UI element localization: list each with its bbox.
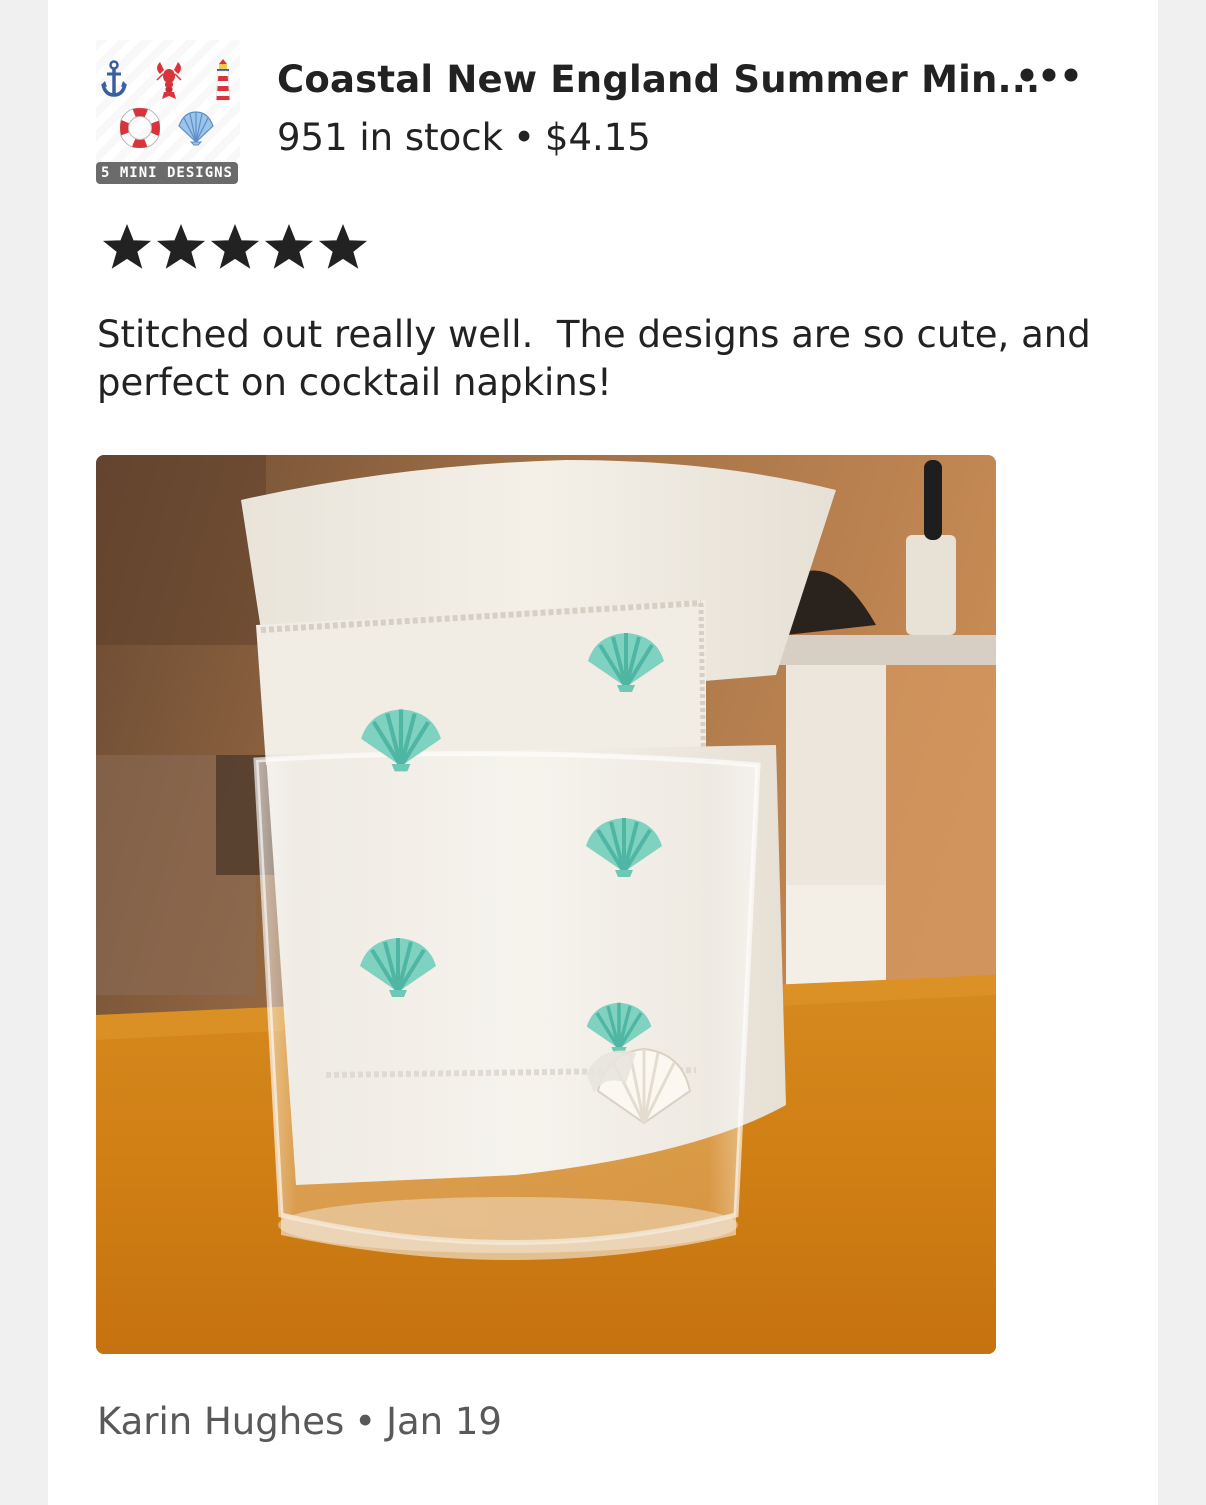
meta-separator: • — [513, 116, 535, 159]
listing-thumbnail[interactable]: 5 MINI DESIGNS — [96, 40, 240, 186]
review-date: Jan 19 — [386, 1400, 502, 1443]
card-top-edge — [48, 0, 1158, 20]
review-photo-image — [96, 455, 996, 1354]
listing-title[interactable]: Coastal New England Summer Min... — [277, 58, 1040, 101]
lobster-icon — [156, 62, 182, 99]
lighthouse-icon — [215, 59, 231, 101]
star-icon — [102, 223, 152, 269]
star-rating — [100, 222, 370, 272]
stock-count: 951 in stock — [277, 116, 504, 159]
star-icon — [318, 223, 368, 269]
reviewer-line: Karin Hughes • Jan 19 — [97, 1400, 502, 1443]
life-ring-icon — [120, 108, 160, 148]
star-icon — [156, 223, 206, 269]
review-card: 5 MINI DESIGNS Coastal New England Summe… — [48, 0, 1158, 1505]
more-options-button[interactable] — [1012, 60, 1086, 90]
reviewer-separator: • — [354, 1400, 377, 1443]
seashell-icon — [178, 111, 214, 146]
review-photo[interactable] — [96, 455, 996, 1354]
review-text: Stitched out really well. The designs ar… — [97, 313, 1103, 404]
star-icon — [264, 223, 314, 269]
reviewer-name[interactable]: Karin Hughes — [97, 1400, 344, 1443]
star-icon — [210, 223, 260, 269]
anchor-icon — [101, 60, 127, 97]
more-options-icon — [1020, 68, 1078, 82]
listing-price: $4.15 — [544, 116, 651, 159]
listing-meta: 951 in stock • $4.15 — [277, 116, 651, 159]
thumbnail-badge: 5 MINI DESIGNS — [96, 162, 238, 184]
